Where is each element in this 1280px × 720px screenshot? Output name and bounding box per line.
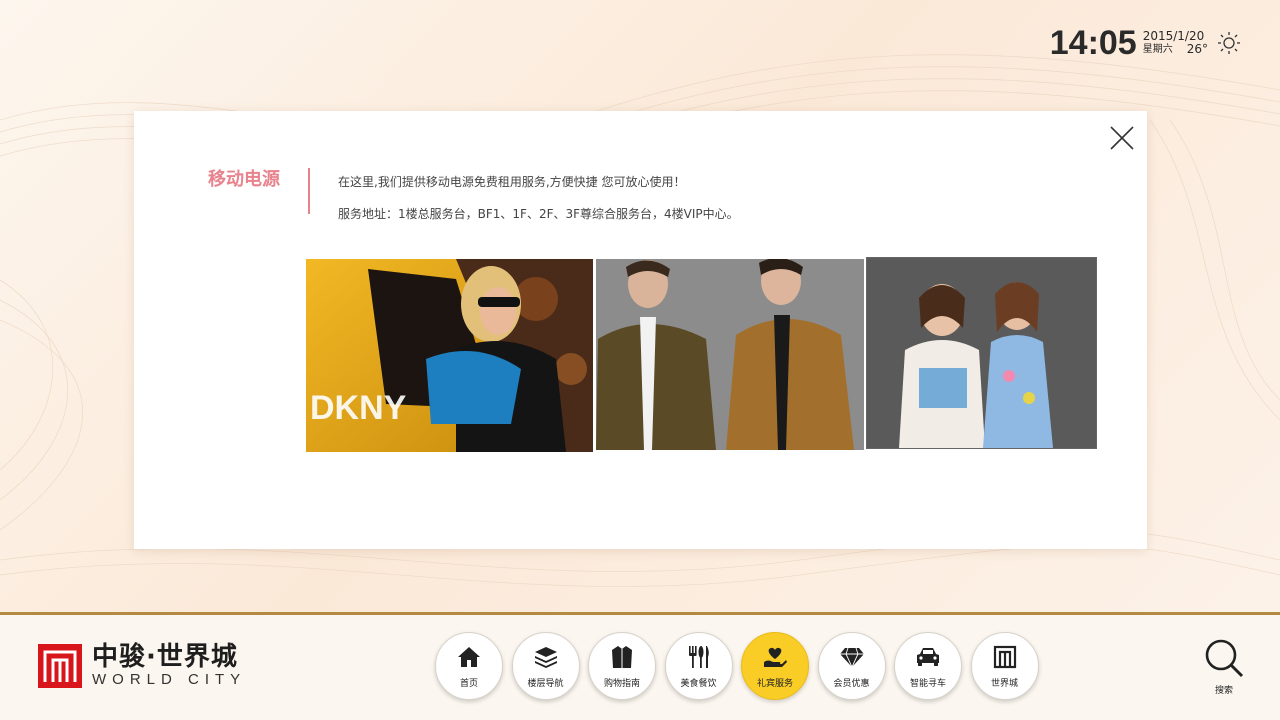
world-city-icon [993, 645, 1016, 668]
nav-item-shopping-guide[interactable]: 购物指南 [588, 632, 656, 700]
nav-item-home[interactable]: 首页 [435, 632, 503, 700]
date-box: 2015/1/20 星期六 26° [1143, 30, 1208, 56]
photo-gallery: DKNY [306, 257, 1098, 453]
photo-fashion-kids [866, 257, 1097, 449]
photo-fashion-men [596, 259, 864, 450]
nav-item-label: 智能寻车 [909, 678, 946, 689]
home-icon [458, 646, 480, 667]
heart-hand-icon [764, 647, 787, 667]
car-icon [917, 647, 939, 666]
clock-widget: 14:05 2015/1/20 星期六 26° [1050, 26, 1242, 60]
main-nav: 首页 楼层导航 购物指南 美食餐饮 礼宾服务 会员优惠 智能寻车 世界城 [435, 632, 1047, 700]
nav-item-label: 礼宾服务 [756, 678, 793, 689]
search-icon [1205, 639, 1244, 678]
search-button[interactable]: 搜索 [1203, 637, 1245, 696]
layers-icon [534, 646, 557, 668]
clock-time: 14:05 [1049, 24, 1137, 62]
card-title: 移动电源 [208, 169, 280, 190]
description-line-2: 服务地址：1楼总服务台，BF1、1F、2F、3F尊综合服务台，4楼VIP中心。 [338, 207, 739, 221]
nav-item-label: 世界城 [990, 678, 1018, 689]
nav-item-label: 美食餐饮 [680, 678, 717, 689]
clock-weekday: 星期六 [1142, 44, 1173, 55]
nav-item-label: 楼层导航 [527, 678, 564, 689]
photo-fashion-woman: DKNY [306, 259, 593, 452]
brand-logo[interactable]: 中骏·世界城 WORLD CITY [38, 643, 246, 689]
description-line-1: 在这里,我们提供移动电源免费租用服务,方便快捷 您可放心使用！ [338, 175, 686, 189]
nav-item-label: 购物指南 [603, 678, 640, 689]
photo-brand-text: DKNY [310, 389, 407, 427]
title-divider [308, 168, 310, 214]
sun-icon [1218, 32, 1240, 54]
nav-item-world-city[interactable]: 世界城 [970, 632, 1039, 700]
jacket-icon [612, 645, 632, 668]
nav-item-member-offers[interactable]: 会员优惠 [817, 632, 886, 700]
nav-item-label: 首页 [459, 678, 478, 689]
nav-item-label: 会员优惠 [833, 678, 870, 689]
card-description: 在这里,我们提供移动电源免费租用服务,方便快捷 您可放心使用！ 服务地址：1楼总… [338, 166, 739, 230]
logo-chinese-text: 中骏·世界城 [92, 642, 238, 672]
diamond-icon [839, 647, 864, 668]
search-label: 搜索 [1214, 686, 1233, 696]
logo-english-text: WORLD CITY [92, 671, 247, 688]
close-icon[interactable] [1107, 123, 1137, 153]
nav-item-floor-navigation[interactable]: 楼层导航 [511, 632, 580, 700]
cutlery-icon [688, 645, 709, 668]
world-city-logo-icon [38, 644, 82, 688]
nav-item-concierge[interactable]: 礼宾服务 [741, 632, 809, 700]
bottom-navigation-bar: 中骏·世界城 WORLD CITY 首页 楼层导航 购物指南 美食餐饮 礼宾服务… [0, 615, 1280, 720]
nav-item-dining[interactable]: 美食餐饮 [664, 632, 733, 700]
nav-item-car-finder[interactable]: 智能寻车 [894, 632, 962, 700]
clock-temperature: 26° [1186, 42, 1208, 56]
service-detail-card: 移动电源 在这里,我们提供移动电源免费租用服务,方便快捷 您可放心使用！ 服务地… [134, 111, 1147, 549]
